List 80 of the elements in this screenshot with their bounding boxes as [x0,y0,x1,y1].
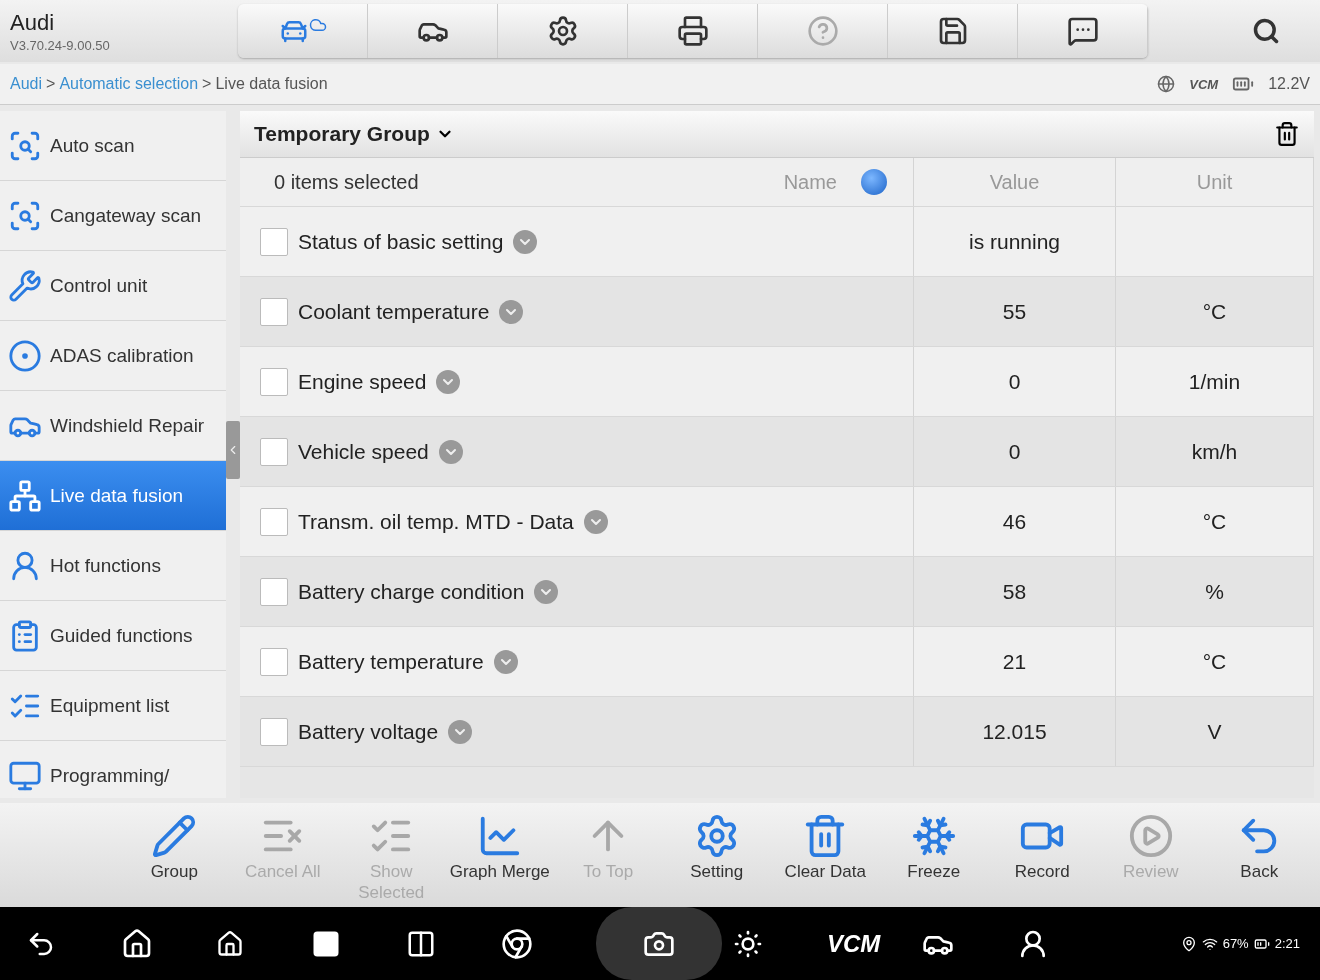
action-button[interactable]: Graph Merge [445,803,554,907]
tree-icon [8,478,42,513]
action-button[interactable]: Back [1205,803,1314,907]
expand-icon[interactable] [583,509,608,534]
checkbox[interactable] [260,717,288,746]
sort-button[interactable] [861,169,887,195]
unit-cell: V [1207,719,1222,744]
value-cell: 0 [1008,369,1021,394]
value-cell: 0 [1008,439,1021,464]
trash-icon [1274,121,1300,147]
expand-icon[interactable] [499,299,524,324]
checkbox[interactable] [260,437,288,466]
checkbox[interactable] [260,297,288,326]
browser-icon [501,927,533,960]
help-icon [806,15,839,47]
expand-icon[interactable] [534,579,559,604]
breadcrumb-current: Live data fusion [215,75,328,93]
collapse-handle[interactable] [226,421,240,479]
parameter-name: Status of basic setting [298,229,504,254]
group-title[interactable]: Temporary Group [254,122,430,146]
value-cell: 21 [1002,649,1027,674]
parameter-name: Vehicle speed [298,439,429,464]
checkbox[interactable] [260,577,288,606]
parameter-name: Battery temperature [298,649,484,674]
toolbar-button[interactable] [628,4,758,58]
expand-icon[interactable] [448,719,473,744]
expand-icon[interactable] [438,439,463,464]
globe-icon [1157,75,1176,93]
parameter-name: Battery voltage [298,719,439,744]
expand-icon[interactable] [513,229,538,254]
sidebar-item[interactable]: Live data fusion [0,461,226,531]
breadcrumb-separator: > [202,75,212,93]
search-button[interactable] [1252,17,1280,45]
unit-cell: °C [1202,509,1227,534]
action-button[interactable]: Freeze [879,803,988,907]
vci-button[interactable]: VCM [827,929,881,958]
column-header: Unit [1196,170,1233,194]
chat-icon [1066,15,1099,47]
checkbox[interactable] [260,507,288,536]
parameter-name: Battery charge condition [298,579,525,604]
value-cell: 55 [1002,299,1027,324]
column-header: Value [989,170,1040,194]
toolbar-button[interactable] [888,4,1018,58]
unit-cell: % [1205,579,1224,604]
clock: 2:21 [1274,936,1300,951]
unit-cell: °C [1202,299,1227,324]
parameter-name: Engine speed [298,369,427,394]
breadcrumb-separator: > [46,75,56,93]
play-icon [1127,813,1174,859]
unit-cell: °C [1202,649,1227,674]
app-title: Audi [10,9,56,36]
action-button[interactable]: Group [120,803,229,907]
action-button[interactable]: Clear Data [771,803,880,907]
action-button[interactable]: Record [988,803,1097,907]
printer-icon [676,15,709,47]
location-icon [1180,935,1197,952]
checkbox[interactable] [260,227,288,256]
parameter-name: Transm. oil temp. MTD - Data [298,509,574,534]
battery-voltage: 12.2V [1268,75,1310,93]
unit-cell: km/h [1191,439,1238,464]
parameter-name: Coolant temperature [298,299,490,324]
battery-percent: 67% [1222,936,1249,951]
checkbox[interactable] [260,647,288,676]
value-cell: 46 [1002,509,1027,534]
checkbox[interactable] [260,367,288,396]
selection-count: 0 items selected [274,170,419,194]
version-text: V3.70.24-9.00.50 [10,37,111,53]
toolbar-button[interactable] [1018,4,1148,58]
value-cell: 58 [1002,579,1027,604]
expand-icon[interactable] [436,369,461,394]
expand-icon[interactable] [493,649,518,674]
toolbar-button[interactable] [498,4,628,58]
value-cell: 12.015 [982,719,1047,744]
action-button[interactable]: Setting [662,803,771,907]
toolbar-button[interactable] [368,4,498,58]
unit-cell: 1/min [1188,369,1241,394]
vci-status: VCM [1189,76,1219,92]
value-cell: is running [968,229,1061,254]
home-icon [121,927,153,960]
pencil-icon [151,813,198,859]
